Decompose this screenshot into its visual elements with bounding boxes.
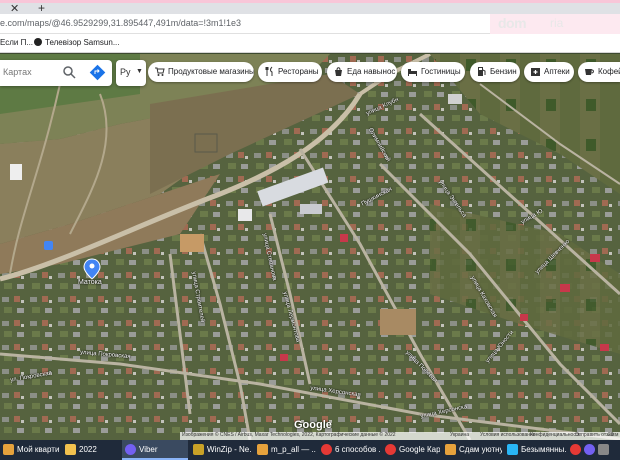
taskbar-item[interactable]: WinZip - Ne... <box>190 440 252 460</box>
attribution-text: Изображения © CNES / Airbus, Maxar Techn… <box>182 432 396 438</box>
place-label[interactable]: Матока <box>78 279 102 286</box>
taskbar-item[interactable]: 2022 <box>62 440 120 460</box>
cart-icon <box>155 67 165 76</box>
google-logo: Google <box>294 419 332 431</box>
chip-fuel[interactable]: Бензин <box>470 62 520 82</box>
bookmark-item[interactable]: Если П... <box>0 38 33 47</box>
layer-selector[interactable]: Ру ▼ <box>116 60 146 86</box>
folder-icon <box>445 444 456 455</box>
pharmacy-icon <box>531 68 540 76</box>
takeout-icon <box>335 67 342 76</box>
system-tray-icon <box>598 444 609 455</box>
ad-brand: dom <box>498 15 527 31</box>
chip-restaurants[interactable]: Рестораны <box>258 62 322 82</box>
new-tab-button[interactable]: + <box>38 1 45 15</box>
coffee-icon <box>585 69 594 75</box>
taskbar-item[interactable]: Viber <box>122 440 188 460</box>
opera-icon <box>570 444 581 455</box>
viber-tray-icon <box>584 444 595 455</box>
os-taskbar: Мой кварти... 2022 Viber WinZip - Ne... … <box>0 440 620 460</box>
taskbar-item[interactable]: 6 способов ... <box>318 440 380 460</box>
address-bar[interactable]: e.com/maps/@46.9529299,31.895447,491m/da… <box>0 14 620 34</box>
chip-hotels[interactable]: Гостиницы <box>401 62 465 82</box>
chevron-down-icon: ▼ <box>136 68 143 75</box>
directions-icon[interactable] <box>89 64 106 81</box>
browser-tab-strip: ✕ + <box>0 0 620 15</box>
viber-icon <box>125 444 136 455</box>
tray-icons[interactable] <box>568 440 620 460</box>
taskbar-item[interactable]: Мой кварти... <box>0 440 60 460</box>
terms-link[interactable]: Условия использования <box>480 432 536 438</box>
bus-stop-icon[interactable] <box>44 241 53 250</box>
folder-icon <box>257 444 268 455</box>
bookmark-item[interactable]: Телевізор Samsun... <box>34 38 119 47</box>
fork-knife-icon <box>265 66 273 76</box>
chip-pharmacy[interactable]: Аптеки <box>524 62 574 82</box>
tab-accent <box>0 0 620 3</box>
taskbar-item[interactable]: Google Кар... <box>382 440 440 460</box>
search-icon[interactable] <box>62 65 76 79</box>
browser-icon <box>321 444 332 455</box>
paint-icon <box>507 444 518 455</box>
url-text[interactable]: e.com/maps/@46.9529299,31.895447,491m/da… <box>0 18 241 28</box>
fuel-icon <box>478 67 486 76</box>
map-attribution-bar: Изображения © CNES / Airbus, Maxar Techn… <box>180 432 620 440</box>
ad-banner[interactable]: dom ria <box>490 14 620 34</box>
folder-icon <box>65 444 76 455</box>
search-input[interactable]: Картах <box>3 67 32 77</box>
chip-coffee[interactable]: Кофейни <box>578 62 620 82</box>
ad-brand-secondary: ria <box>550 16 564 30</box>
winzip-icon <box>193 444 204 455</box>
folder-icon <box>3 444 14 455</box>
privacy-link[interactable]: Конфиденциальность <box>530 432 581 438</box>
taskbar-item[interactable]: Безымянны... <box>504 440 566 460</box>
browser-icon <box>385 444 396 455</box>
chip-groceries[interactable]: Продуктовые магазины <box>148 62 254 82</box>
map-imagery <box>0 54 620 440</box>
bed-icon <box>408 69 417 76</box>
satellite-map[interactable]: Матока улица Клубн Олимпийский Пушкинска… <box>0 54 620 440</box>
maps-search-box[interactable]: Картах <box>0 60 112 86</box>
scale-label[interactable]: 20 м <box>608 432 618 438</box>
taskbar-item[interactable]: m_p_all — ... <box>254 440 316 460</box>
taskbar-item[interactable]: Сдам уютну... <box>442 440 502 460</box>
chip-takeout[interactable]: Еда навынос <box>327 62 397 82</box>
bookmark-favicon-icon <box>34 38 42 46</box>
country-label[interactable]: Украина <box>450 432 469 438</box>
layer-label: Ру <box>120 67 131 77</box>
bookmarks-bar: Если П... Телевізор Samsun... <box>0 34 620 53</box>
